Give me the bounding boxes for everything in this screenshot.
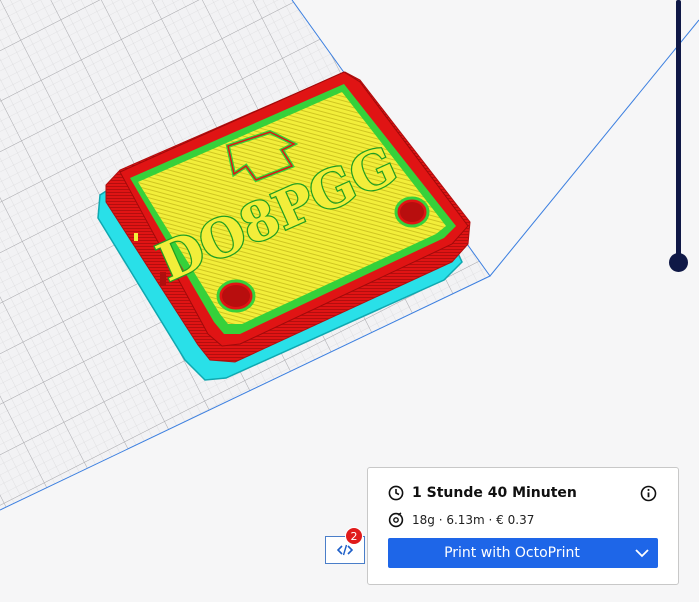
info-icon[interactable] (640, 485, 657, 502)
material-row: 18g · 6.13m · € 0.37 (388, 512, 534, 528)
spool-icon (388, 512, 404, 528)
output-device-dropdown[interactable] (626, 548, 658, 558)
code-icon (337, 544, 353, 556)
print-time: 1 Stunde 40 Minuten (412, 485, 577, 501)
print-with-octoprint-button[interactable]: Print with OctoPrint (388, 538, 658, 568)
print-button-label: Print with OctoPrint (444, 545, 580, 561)
print-time-row: 1 Stunde 40 Minuten (388, 485, 577, 501)
chevron-down-icon (635, 548, 649, 557)
clock-icon (388, 485, 404, 501)
layer-slider-handle[interactable] (669, 253, 688, 272)
material-estimate: 18g · 6.13m · € 0.37 (412, 513, 535, 527)
job-specs-panel: 1 Stunde 40 Minuten 18g · 6.13m · € 0.37… (367, 467, 679, 585)
message-count-badge: 2 (345, 527, 363, 545)
layer-slider-track[interactable] (676, 0, 681, 262)
